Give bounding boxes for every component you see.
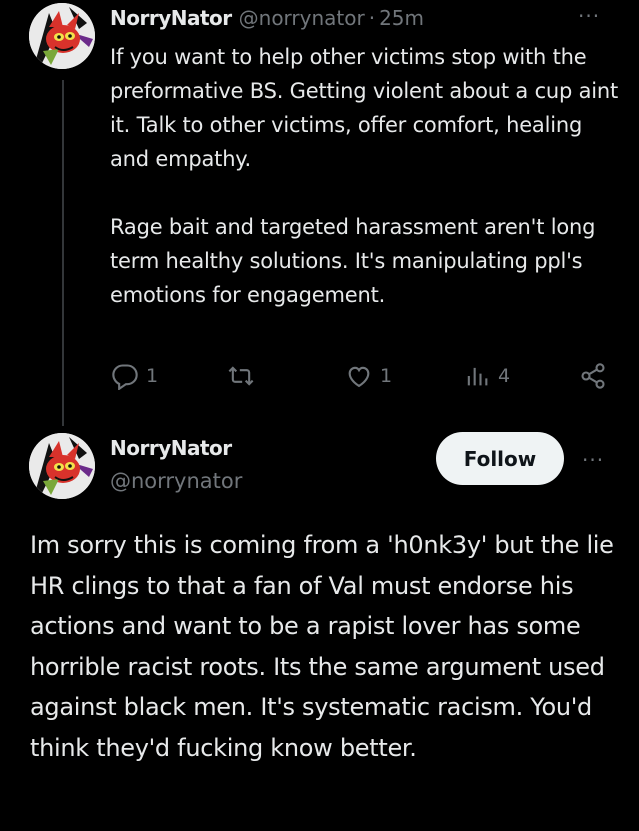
tweet2-header: NorryNator — [110, 436, 232, 460]
separator: · — [368, 6, 376, 30]
follow-button[interactable]: Follow — [436, 432, 564, 485]
retweet-icon — [228, 366, 254, 386]
tweet-text: Im sorry this is coming from a 'h0nk3y' … — [30, 531, 614, 762]
display-name[interactable]: NorryNator — [110, 6, 232, 30]
handle[interactable]: @norrynator — [239, 6, 365, 30]
reply-icon — [112, 364, 138, 390]
share-icon — [581, 363, 605, 389]
tweet-text: If you want to help other victims stop w… — [110, 40, 620, 312]
view-count: 4 — [498, 365, 511, 387]
display-name[interactable]: NorryNator — [110, 436, 232, 460]
like-button[interactable]: 1 — [344, 362, 392, 390]
avatar-image — [29, 433, 95, 499]
avatar[interactable] — [29, 3, 95, 69]
tweet-paragraph: If you want to help other victims stop w… — [110, 45, 619, 171]
like-count: 1 — [380, 365, 393, 387]
tweet-paragraph: Rage bait and targeted harassment aren't… — [110, 215, 596, 307]
views-icon — [467, 367, 488, 386]
tweet1-header: NorryNator @norrynator · 25m — [110, 6, 424, 30]
reply-count: 1 — [146, 365, 159, 387]
thread-line — [62, 80, 64, 426]
timestamp[interactable]: 25m — [379, 6, 424, 30]
more-icon[interactable]: ··· — [578, 6, 600, 26]
avatar[interactable] — [29, 433, 95, 499]
more-icon[interactable]: ··· — [582, 450, 604, 470]
heart-icon — [348, 366, 370, 388]
action-bar: 1 1 4 — [110, 362, 610, 394]
avatar-image — [29, 3, 95, 69]
retweet-button[interactable] — [226, 362, 262, 390]
views-button[interactable]: 4 — [462, 362, 510, 390]
share-button[interactable] — [578, 362, 608, 390]
handle[interactable]: @norrynator — [110, 469, 242, 493]
reply-button[interactable]: 1 — [110, 362, 158, 390]
